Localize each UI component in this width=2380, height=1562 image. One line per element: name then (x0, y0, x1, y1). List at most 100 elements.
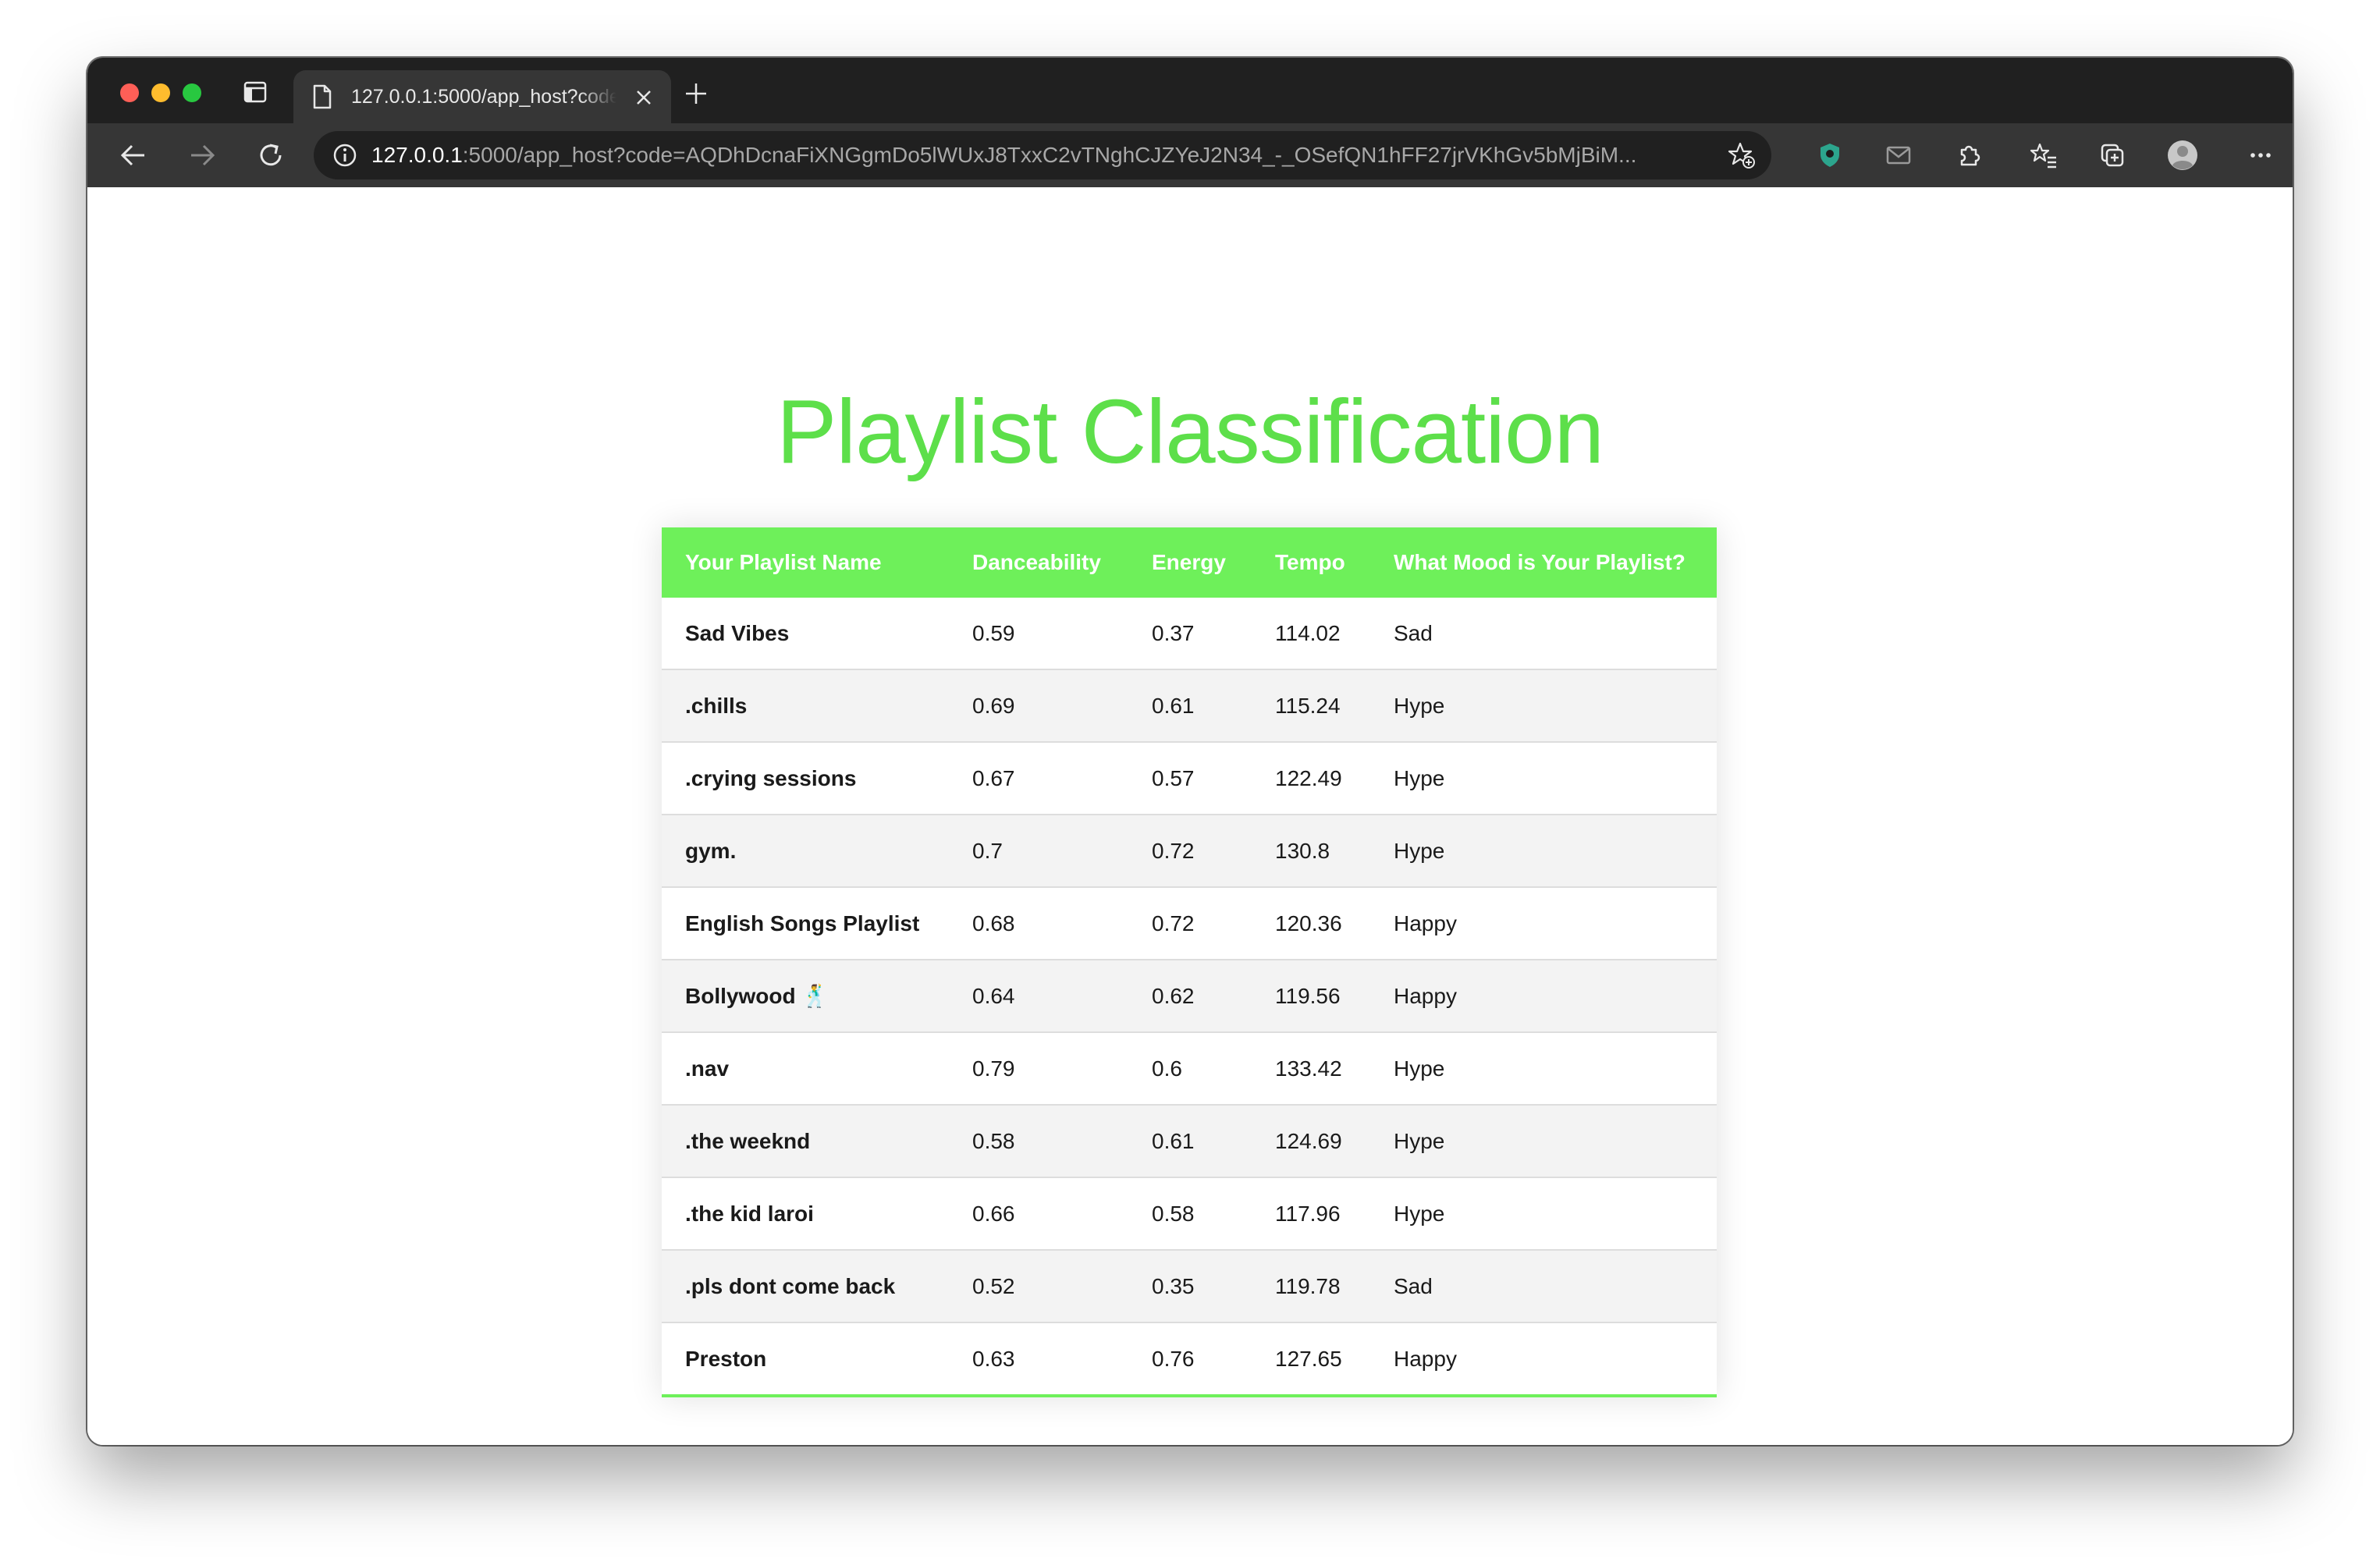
playlist-name-cell: .the kid laroi (662, 1177, 949, 1251)
table-row: .the weeknd 0.58 0.61 124.69 Hype (662, 1105, 1717, 1178)
extensions-puzzle-icon[interactable] (1952, 139, 1985, 172)
table-row: .nav 0.79 0.6 133.42 Hype (662, 1032, 1717, 1106)
tempo-cell: 124.69 (1252, 1105, 1370, 1178)
energy-cell: 0.6 (1128, 1032, 1252, 1106)
extension-shield-icon[interactable] (1813, 139, 1846, 172)
back-arrow-icon[interactable] (117, 139, 150, 172)
table-row: Sad Vibes 0.59 0.37 114.02 Sad (662, 598, 1717, 670)
energy-cell: 0.57 (1128, 742, 1252, 815)
playlist-name-cell: .chills (662, 669, 949, 743)
mood-cell: Hype (1370, 1032, 1717, 1106)
table-header-row: Your Playlist Name Danceability Energy T… (662, 527, 1717, 598)
table-row: Bollywood 🕺 0.64 0.62 119.56 Happy (662, 960, 1717, 1033)
mood-cell: Happy (1394, 1346, 1457, 1371)
table-row: .the kid laroi 0.66 0.58 117.96 Hype (662, 1177, 1717, 1251)
page-icon (313, 84, 332, 109)
mood-cell: Hype (1370, 1105, 1717, 1178)
table-row: .chills 0.69 0.61 115.24 Hype (662, 669, 1717, 743)
danceability-cell: 0.69 (949, 669, 1128, 743)
tempo-cell: 115.24 (1252, 669, 1370, 743)
mood-cell: Happy (1370, 960, 1717, 1033)
profile-avatar-icon[interactable] (2166, 139, 2199, 172)
table-row: gym. 0.7 0.72 130.8 Hype (662, 815, 1717, 888)
tempo-cell: 119.78 (1252, 1250, 1370, 1323)
energy-cell: 0.61 (1128, 669, 1252, 743)
tempo-cell: 130.8 (1252, 815, 1370, 888)
browser-toolbar: 127.0.0.1:5000/app_host?code=AQDhDcnaFiX… (87, 123, 2293, 187)
energy-cell: 0.72 (1128, 815, 1252, 888)
danceability-cell: 0.79 (949, 1032, 1128, 1106)
playlist-table: Your Playlist Name Danceability Energy T… (662, 527, 1717, 1394)
danceability-cell: 0.63 (972, 1346, 1015, 1371)
playlist-name-cell: .nav (662, 1032, 949, 1106)
tempo-cell: 114.02 (1252, 598, 1370, 670)
energy-cell: 0.61 (1128, 1105, 1252, 1178)
danceability-cell: 0.64 (949, 960, 1128, 1033)
tempo-cell: 122.49 (1252, 742, 1370, 815)
playlist-name-cell: .pls dont come back (662, 1250, 949, 1323)
danceability-cell: 0.58 (949, 1105, 1128, 1178)
mood-cell: Sad (1370, 1250, 1717, 1323)
tempo-cell: 127.65 (1275, 1346, 1342, 1371)
energy-cell: 0.76 (1152, 1346, 1195, 1371)
forward-arrow-icon[interactable] (186, 139, 218, 172)
playlist-name-cell: Preston (685, 1346, 767, 1371)
info-icon[interactable] (332, 143, 357, 168)
url-path: :5000/app_host?code=AQDhDcnaFiXNGgmDo5lW… (462, 143, 1637, 167)
mood-cell: Hype (1370, 742, 1717, 815)
more-icon[interactable] (2244, 139, 2277, 172)
table-row: .pls dont come back 0.52 0.35 119.78 Sad (662, 1250, 1717, 1323)
tab-actions-icon[interactable] (243, 81, 267, 103)
close-icon[interactable] (635, 89, 652, 106)
danceability-cell: 0.7 (949, 815, 1128, 888)
table-row: Preston 0.63 0.76 127.65 Happy (662, 1322, 1717, 1394)
tempo-cell: 117.96 (1252, 1177, 1370, 1251)
table-row: .crying sessions 0.67 0.57 122.49 Hype (662, 742, 1717, 815)
mail-icon[interactable] (1882, 139, 1915, 172)
mood-cell: Hype (1370, 1177, 1717, 1251)
playlist-name-cell: English Songs Playlist (662, 887, 949, 960)
tempo-cell: 133.42 (1252, 1032, 1370, 1106)
page-title: Playlist Classification (776, 381, 1604, 482)
danceability-cell: 0.68 (949, 887, 1128, 960)
plus-icon[interactable] (684, 81, 709, 106)
mood-cell: Happy (1370, 887, 1717, 960)
energy-cell: 0.62 (1128, 960, 1252, 1033)
page-content: Playlist Classification Your Playlist Na… (87, 187, 2293, 1445)
energy-cell: 0.35 (1128, 1250, 1252, 1323)
energy-cell: 0.58 (1128, 1177, 1252, 1251)
tab-active[interactable]: 127.0.0.1:5000/app_host?code=AQDhDcnaFiX… (293, 70, 671, 123)
danceability-cell: 0.66 (949, 1177, 1128, 1251)
playlist-name-cell: .the weeknd (662, 1105, 949, 1178)
mood-cell: Sad (1370, 598, 1717, 670)
header-tempo: Tempo (1275, 550, 1345, 574)
table-row: English Songs Playlist 0.68 0.72 120.36 … (662, 887, 1717, 960)
tab-title: 127.0.0.1:5000/app_host?code=AQDhDcnaFiX… (351, 86, 616, 108)
url-text[interactable]: 127.0.0.1:5000/app_host?code=AQDhDcnaFiX… (371, 131, 1690, 179)
tempo-cell: 119.56 (1252, 960, 1370, 1033)
browser-window: 127.0.0.1:5000/app_host?code=AQDhDcnaFiX… (87, 58, 2293, 1445)
header-energy: Energy (1152, 550, 1226, 574)
energy-cell: 0.37 (1128, 598, 1252, 670)
playlist-name-cell: gym. (662, 815, 949, 888)
url-host: 127.0.0.1 (371, 143, 463, 167)
header-playlist-name: Your Playlist Name (685, 550, 882, 574)
favorites-icon[interactable] (2027, 139, 2060, 172)
energy-cell: 0.72 (1128, 887, 1252, 960)
danceability-cell: 0.59 (949, 598, 1128, 670)
address-bar[interactable]: 127.0.0.1:5000/app_host?code=AQDhDcnaFiX… (314, 131, 1771, 179)
reload-icon[interactable] (254, 139, 287, 172)
maximize-window-button[interactable] (183, 83, 201, 102)
collections-icon[interactable] (2096, 139, 2129, 172)
playlist-table-container: Your Playlist Name Danceability Energy T… (662, 527, 1717, 1397)
minimize-window-button[interactable] (151, 83, 170, 102)
playlist-name-cell: Sad Vibes (662, 598, 949, 670)
playlist-name-cell: .crying sessions (662, 742, 949, 815)
header-mood: What Mood is Your Playlist? (1394, 550, 1686, 574)
danceability-cell: 0.52 (949, 1250, 1128, 1323)
playlist-name-cell: Bollywood 🕺 (662, 960, 949, 1033)
mood-cell: Hype (1370, 669, 1717, 743)
close-window-button[interactable] (120, 83, 139, 102)
favorite-add-icon[interactable] (1728, 141, 1756, 169)
danceability-cell: 0.67 (949, 742, 1128, 815)
